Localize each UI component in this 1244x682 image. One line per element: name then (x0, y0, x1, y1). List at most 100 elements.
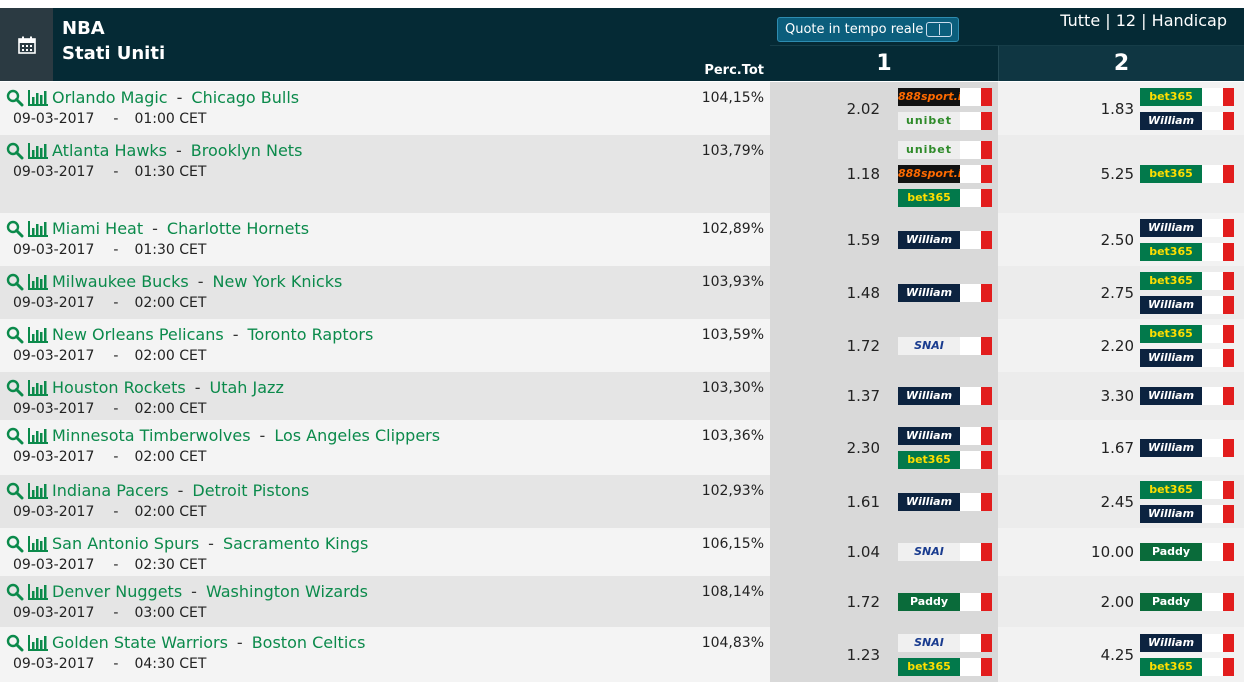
bookmaker-logo-william-hill[interactable]: William HILL (898, 284, 993, 302)
odd-value-away[interactable]: 2.50 (1101, 231, 1134, 249)
bookmaker-logo-unibet[interactable]: unibet (898, 112, 993, 130)
odd-value-away[interactable]: 10.00 (1091, 543, 1134, 561)
bookmaker-logo-888sport-it[interactable]: 888sport.it (898, 165, 993, 183)
away-team-link[interactable]: Boston Celtics (252, 634, 366, 652)
bookmaker-logo-william-hill[interactable]: William HILL (1140, 296, 1235, 314)
search-icon[interactable] (6, 482, 24, 500)
away-team-link[interactable]: Charlotte Hornets (167, 220, 309, 238)
home-team-link[interactable]: Minnesota Timberwolves (52, 427, 251, 445)
market-filters[interactable]: Tutte | 12 | Handicap (1060, 13, 1227, 29)
odd-value-away[interactable]: 4.25 (1101, 646, 1134, 664)
odd-value-home[interactable]: 1.72 (847, 337, 880, 355)
odd-value-away[interactable]: 2.20 (1101, 337, 1134, 355)
bar-chart-icon[interactable] (28, 379, 48, 397)
bookmaker-logo-bet365[interactable]: bet365 (1140, 165, 1235, 183)
odd-value-home[interactable]: 2.02 (847, 100, 880, 118)
odd-value-home[interactable]: 1.04 (847, 543, 880, 561)
home-team-link[interactable]: Milwaukee Bucks (52, 273, 189, 291)
odds-cell-1[interactable]: 2.02 888sport.it unibet (770, 82, 998, 135)
bookmaker-logo-888sport-it[interactable]: 888sport.it (898, 88, 993, 106)
bar-chart-icon[interactable] (28, 142, 48, 160)
search-icon[interactable] (6, 583, 24, 601)
odd-value-home[interactable]: 2.30 (847, 439, 880, 457)
odd-value-home[interactable]: 1.37 (847, 387, 880, 405)
odds-cell-2[interactable]: 4.25 William HILL bet365 (998, 627, 1244, 682)
odds-cell-1[interactable]: 1.23 SNAI bet365 (770, 627, 998, 682)
bookmaker-logo-william-hill[interactable]: William HILL (1140, 387, 1235, 405)
away-team-link[interactable]: Washington Wizards (206, 583, 368, 601)
bar-chart-icon[interactable] (28, 482, 48, 500)
bookmaker-logo-william-hill[interactable]: William HILL (1140, 439, 1235, 457)
odds-cell-1[interactable]: 1.18 unibet 888sport.it bet365 (770, 135, 998, 213)
odds-cell-1[interactable]: 1.72 SNAI (770, 319, 998, 372)
odds-cell-2[interactable]: 3.30 William HILL (998, 372, 1244, 420)
bar-chart-icon[interactable] (28, 273, 48, 291)
odd-value-away[interactable]: 2.45 (1101, 493, 1134, 511)
odds-cell-2[interactable]: 2.75 bet365 William HILL (998, 266, 1244, 319)
home-team-link[interactable]: Indiana Pacers (52, 482, 169, 500)
home-team-link[interactable]: Miami Heat (52, 220, 143, 238)
search-icon[interactable] (6, 634, 24, 652)
realtime-odds-button[interactable]: Quote in tempo reale (777, 17, 959, 42)
bookmaker-logo-bet365[interactable]: bet365 (898, 451, 993, 469)
home-team-link[interactable]: Houston Rockets (52, 379, 186, 397)
calendar-cell[interactable] (0, 8, 53, 81)
bookmaker-logo-william-hill[interactable]: William HILL (898, 427, 993, 445)
away-team-link[interactable]: Brooklyn Nets (191, 142, 303, 160)
bookmaker-logo-bet365[interactable]: bet365 (1140, 272, 1235, 290)
home-team-link[interactable]: Denver Nuggets (52, 583, 182, 601)
bar-chart-icon[interactable] (28, 427, 48, 445)
calendar-icon[interactable] (17, 36, 36, 54)
bar-chart-icon[interactable] (28, 583, 48, 601)
odd-value-home[interactable]: 1.61 (847, 493, 880, 511)
bookmaker-logo-william-hill[interactable]: William HILL (898, 493, 993, 511)
search-icon[interactable] (6, 427, 24, 445)
bar-chart-icon[interactable] (28, 535, 48, 553)
bookmaker-logo-bet365[interactable]: bet365 (1140, 325, 1235, 343)
away-team-link[interactable]: Detroit Pistons (192, 482, 309, 500)
odd-value-away[interactable]: 5.25 (1101, 165, 1134, 183)
search-icon[interactable] (6, 142, 24, 160)
bar-chart-icon[interactable] (28, 89, 48, 107)
odd-value-away[interactable]: 1.83 (1101, 100, 1134, 118)
away-team-link[interactable]: Utah Jazz (210, 379, 284, 397)
odds-cell-2[interactable]: 10.00 Paddy Power (998, 528, 1244, 576)
odd-value-home[interactable]: 1.48 (847, 284, 880, 302)
odd-value-home[interactable]: 1.72 (847, 593, 880, 611)
bookmaker-logo-william-hill[interactable]: William HILL (898, 387, 993, 405)
bar-chart-icon[interactable] (28, 220, 48, 238)
bookmaker-logo-snai[interactable]: SNAI (898, 634, 993, 652)
bookmaker-logo-paddy-power[interactable]: Paddy Power (1140, 543, 1235, 561)
odds-cell-1[interactable]: 2.30 William HILL bet365 (770, 420, 998, 475)
home-team-link[interactable]: San Antonio Spurs (52, 535, 199, 553)
search-icon[interactable] (6, 379, 24, 397)
bookmaker-logo-paddy-power[interactable]: Paddy Power (1140, 593, 1235, 611)
odd-value-away[interactable]: 1.67 (1101, 439, 1134, 457)
odds-cell-1[interactable]: 1.59 William HILL (770, 213, 998, 266)
odds-cell-1[interactable]: 1.04 SNAI (770, 528, 998, 576)
odd-value-home[interactable]: 1.18 (847, 165, 880, 183)
odds-cell-2[interactable]: 2.00 Paddy Power (998, 576, 1244, 627)
search-icon[interactable] (6, 535, 24, 553)
away-team-link[interactable]: Sacramento Kings (223, 535, 368, 553)
odds-cell-1[interactable]: 1.37 William HILL (770, 372, 998, 420)
search-icon[interactable] (6, 220, 24, 238)
odds-cell-2[interactable]: 2.45 bet365 William HILL (998, 475, 1244, 528)
odd-value-home[interactable]: 1.23 (847, 646, 880, 664)
away-team-link[interactable]: New York Knicks (213, 273, 343, 291)
odd-value-away[interactable]: 2.00 (1101, 593, 1134, 611)
home-team-link[interactable]: Orlando Magic (52, 89, 168, 107)
bookmaker-logo-bet365[interactable]: bet365 (1140, 481, 1235, 499)
away-team-link[interactable]: Los Angeles Clippers (274, 427, 440, 445)
bar-chart-icon[interactable] (28, 326, 48, 344)
bookmaker-logo-bet365[interactable]: bet365 (898, 189, 993, 207)
bookmaker-logo-william-hill[interactable]: William HILL (1140, 634, 1235, 652)
bar-chart-icon[interactable] (28, 634, 48, 652)
odds-cell-2[interactable]: 1.67 William HILL (998, 420, 1244, 475)
search-icon[interactable] (6, 89, 24, 107)
odd-value-away[interactable]: 3.30 (1101, 387, 1134, 405)
bookmaker-logo-william-hill[interactable]: William HILL (1140, 112, 1235, 130)
bookmaker-logo-snai[interactable]: SNAI (898, 337, 993, 355)
odds-cell-2[interactable]: 1.83 bet365 William HILL (998, 82, 1244, 135)
toggle-icon[interactable] (926, 22, 952, 37)
